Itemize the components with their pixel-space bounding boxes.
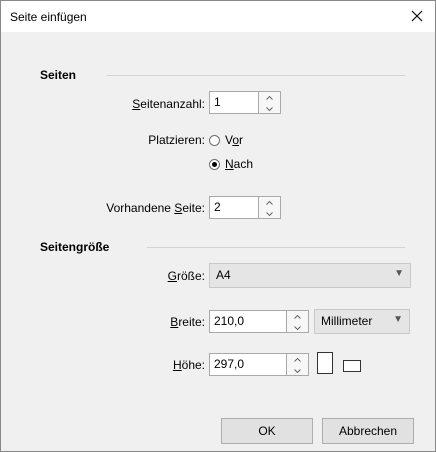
size-dropdown-value: A4 [216,268,231,282]
place-label: Platzieren: [148,133,205,147]
close-button[interactable] [405,4,429,28]
existing-page-increment[interactable] [259,197,280,208]
cancel-button[interactable]: Abbrechen [322,418,414,444]
page-count-label: Seitenanzahl: [132,97,205,111]
chevron-down-icon [294,368,301,373]
title-bar: Seite einfügen [1,1,435,32]
section-divider-pages [107,75,405,76]
height-input[interactable]: 297,0 [209,353,287,376]
section-divider-page-size [147,247,405,248]
width-input[interactable]: 210,0 [209,310,287,333]
height-decrement[interactable] [287,365,308,376]
existing-page-decrement[interactable] [259,208,280,219]
radio-after-indicator[interactable] [209,158,220,170]
radio-before-indicator[interactable] [209,134,220,146]
radio-after[interactable]: Nach [209,157,253,171]
unit-dropdown[interactable]: Millimeter ▼ [314,309,410,334]
width-increment[interactable] [287,311,308,322]
chevron-up-icon [266,200,273,205]
existing-page-spinner[interactable] [259,196,281,219]
section-title-page-size: Seitengröße [40,240,110,254]
size-dropdown[interactable]: A4 ▼ [209,263,411,288]
close-icon [411,10,423,22]
chevron-down-icon [266,106,273,111]
height-spinner[interactable] [287,353,309,376]
unit-dropdown-value: Millimeter [321,314,373,328]
landscape-orientation-icon[interactable] [343,360,361,372]
insert-page-dialog: Seite einfügen Seiten Seitenanzahl: 1 Pl… [0,0,436,452]
existing-page-input[interactable]: 2 [209,196,259,219]
page-count-increment[interactable] [259,92,280,103]
dialog-title: Seite einfügen [10,10,87,24]
dialog-content: Seiten Seitenanzahl: 1 Platzieren: Vor N… [25,56,414,444]
height-label: Höhe: [172,358,205,372]
chevron-up-icon [294,314,301,319]
portrait-orientation-icon[interactable] [317,352,333,374]
chevron-up-icon [294,357,301,362]
width-decrement[interactable] [287,322,308,333]
page-count-spinner[interactable] [259,91,281,114]
radio-after-label: Nach [225,157,254,171]
chevron-up-icon [266,95,273,100]
section-title-pages: Seiten [40,68,77,82]
height-increment[interactable] [287,354,308,365]
ok-button[interactable]: OK [221,418,313,444]
width-label: Breite: [170,315,205,329]
existing-page-label: Vorhandene Seite: [106,201,205,215]
chevron-down-icon [266,211,273,216]
radio-before-label: Vor [225,133,244,147]
page-count-input[interactable]: 1 [209,91,259,114]
width-spinner[interactable] [287,310,309,333]
chevron-down-icon [294,325,301,330]
chevron-down-icon: ▼ [394,268,404,279]
size-label: Größe: [167,269,205,283]
chevron-down-icon: ▼ [393,314,403,325]
page-count-decrement[interactable] [259,103,280,114]
radio-before[interactable]: Vor [209,133,243,147]
